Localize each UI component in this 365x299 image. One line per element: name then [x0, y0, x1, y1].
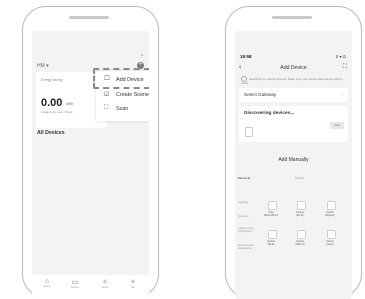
category-lighting[interactable]: Lighting [238, 200, 256, 204]
smart-icon: ✧ [102, 279, 108, 286]
device-placeholder-icon [245, 127, 253, 137]
discovering-card: Discovering devices... Add [239, 106, 348, 142]
phone-frame-right: 19:58 ⵏⵏ ▾ ⬭ ‹ Add Device ⛶ Searching fo… [225, 6, 362, 299]
device-icon: ▭ [71, 279, 79, 286]
category-large-appliances[interactable]: Large Home Appliances [238, 226, 256, 234]
menu-item-create-scene[interactable]: ☑ Create Scene [101, 89, 149, 101]
scene-icon: ☑ [104, 92, 110, 98]
all-devices-heading: All Devices [37, 130, 65, 136]
socket-icon[interactable] [327, 201, 336, 210]
scan-note: Searching for nearby devices. Make sure … [241, 76, 345, 86]
scan-icon: ⛶ [104, 105, 109, 111]
chevron-right-icon: › [341, 92, 343, 97]
socket-label: Socket (NB-IoT) [295, 240, 305, 247]
add-button[interactable]: Add [330, 122, 344, 129]
tab-smart[interactable]: ✧ Smart [94, 278, 116, 289]
socket-icon[interactable] [268, 201, 277, 210]
highlight-box [93, 68, 149, 89]
menu-item-label: Scan [116, 106, 129, 112]
category-small-appliances[interactable]: Small Home Appliances [238, 243, 256, 251]
socket-icon[interactable] [297, 230, 306, 239]
menu-item-scan[interactable]: ⛶ Scan [101, 103, 149, 115]
energy-subtitle: Usage in the Last 7 Days [41, 110, 73, 114]
status-time: 19:58 [240, 54, 252, 59]
energy-value: 0.00 [41, 97, 63, 109]
socket-label: Socket (BLE) [267, 240, 275, 247]
tab-label: Home [43, 285, 51, 288]
tab-label: Me [131, 286, 135, 289]
tab-label: Device [71, 286, 79, 289]
energy-card-title: Energy Saving [41, 78, 63, 82]
socket-label: Plug (BLE+Wi-Fi) [263, 211, 279, 218]
category-sensors[interactable]: Sensors [238, 214, 256, 218]
energy-unit: kWh [66, 102, 74, 106]
discovering-label: Discovering devices... [244, 111, 295, 116]
page-title: Add Device [280, 65, 307, 71]
me-icon: ✧ [130, 279, 136, 286]
socket-label: Socket (Wi-Fi) [296, 211, 304, 218]
scan-icon[interactable]: ⛶ [343, 64, 347, 71]
phone-frame-left: • HM ▾ + Energy Saving 0.00 kWh Usage in… [22, 6, 159, 299]
tab-electrical[interactable]: Electrical [238, 176, 250, 180]
tab-device[interactable]: ▭ Device [64, 278, 86, 289]
tab-me[interactable]: ✧ Me [122, 278, 144, 289]
home-icon: ⌂ [44, 278, 50, 285]
socket-icon[interactable] [327, 230, 336, 239]
socket-label: Socket (other) [326, 240, 334, 247]
socket-icon[interactable] [268, 230, 277, 239]
socket-label: Socket (Zigbee) [325, 211, 335, 218]
tab-home[interactable]: ⌂ Home [36, 278, 58, 288]
select-gateway-label: Select Gateway [244, 92, 277, 97]
select-gateway-row[interactable]: Select Gateway › [239, 88, 348, 102]
status-icons: ⵏⵏ ▾ ⬭ [335, 54, 346, 59]
home-screen: • HM ▾ + Energy Saving 0.00 kWh Usage in… [32, 31, 149, 299]
menu-item-label: Create Scene [116, 92, 149, 98]
home-selector[interactable]: HM ▾ [37, 63, 49, 69]
scan-note-text: Searching for nearby devices. Make sure … [241, 76, 343, 85]
add-manually-heading: Add Manually [278, 157, 309, 163]
add-device-screen: 19:58 ⵏⵏ ▾ ⬭ ‹ Add Device ⛶ Searching fo… [235, 31, 352, 299]
more-icon[interactable]: • [141, 53, 143, 59]
tab-socket[interactable]: Socket [295, 176, 304, 180]
tab-label: Smart [101, 286, 109, 289]
socket-icon[interactable] [297, 201, 306, 210]
tab-bar: ⌂ Home ▭ Device ✧ Smart ✧ Me [32, 275, 149, 299]
